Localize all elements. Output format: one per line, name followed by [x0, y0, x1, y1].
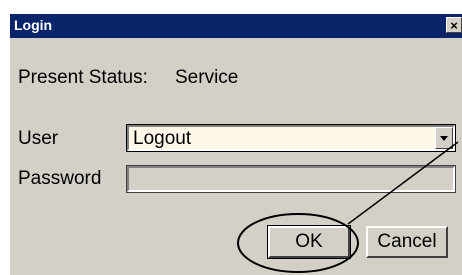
- ok-button[interactable]: OK: [267, 225, 351, 259]
- title-bar[interactable]: Login ×: [10, 14, 462, 38]
- password-field[interactable]: [126, 165, 456, 193]
- close-icon: ×: [450, 18, 458, 33]
- user-select-value: Logout: [133, 128, 192, 149]
- login-dialog: Login × Present Status: Service User Log…: [8, 12, 462, 275]
- close-button[interactable]: ×: [446, 17, 462, 33]
- user-label: User: [18, 128, 59, 149]
- cancel-button[interactable]: Cancel: [366, 226, 448, 258]
- status-label: Present Status:: [18, 67, 148, 88]
- chevron-down-icon[interactable]: [435, 127, 453, 149]
- status-value: Service: [175, 67, 239, 88]
- password-label: Password: [18, 168, 102, 189]
- dialog-title: Login: [14, 17, 53, 33]
- user-select[interactable]: Logout: [126, 124, 456, 152]
